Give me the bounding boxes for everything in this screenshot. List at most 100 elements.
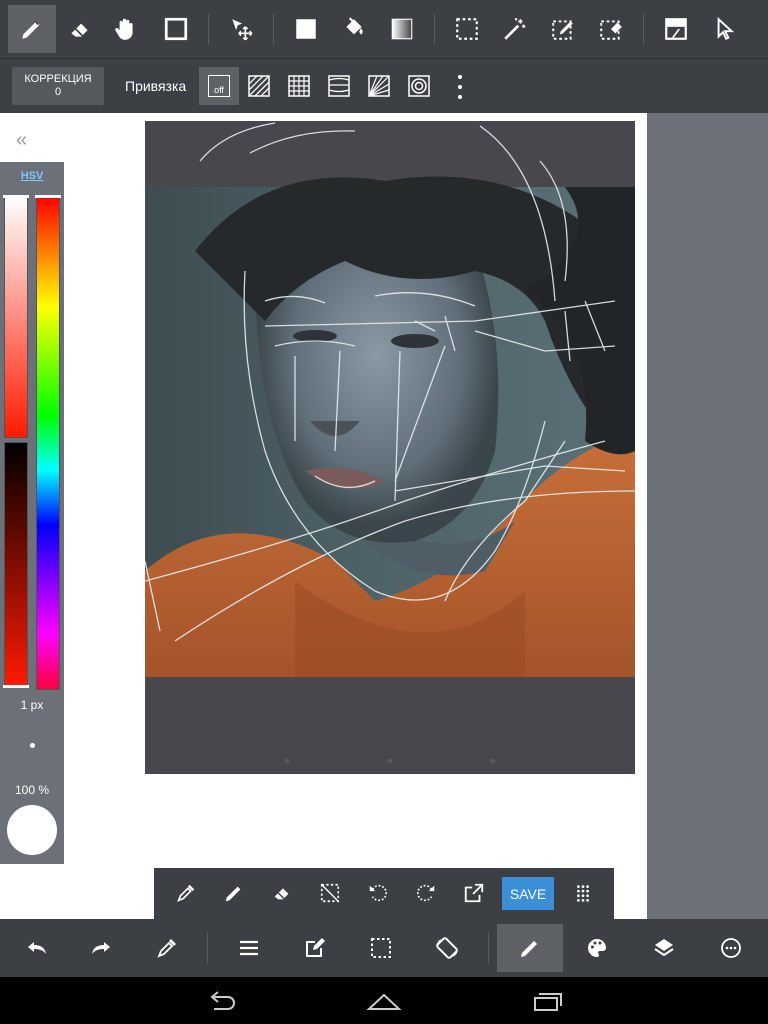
- perspective-lines-icon: [328, 75, 350, 97]
- rectangle-icon: [164, 17, 188, 41]
- collapse-panel-icon[interactable]: «: [16, 129, 27, 152]
- snap-radial-button[interactable]: [359, 67, 399, 105]
- more-circle-icon: [721, 938, 741, 958]
- selection-button[interactable]: [348, 924, 414, 972]
- palette-icon: [588, 939, 606, 957]
- workspace: « HSV 1 px 100 % SAVE: [0, 113, 768, 919]
- quick-pen-button[interactable]: [214, 873, 254, 913]
- hue-slider[interactable]: [36, 196, 60, 690]
- saturation-slider[interactable]: [4, 196, 28, 438]
- home-icon: [366, 993, 402, 1010]
- pen-icon: [521, 941, 537, 957]
- select-eraser-tool-button[interactable]: [587, 5, 635, 53]
- move-tool-button[interactable]: [217, 5, 265, 53]
- fill-tool-button[interactable]: [282, 5, 330, 53]
- correction-button[interactable]: КОРРЕКЦИЯ 0: [12, 67, 104, 105]
- pen-icon: [22, 20, 40, 39]
- brush-preview: [30, 743, 35, 748]
- rotate-right-button[interactable]: [406, 873, 446, 913]
- hand-tool-button[interactable]: [101, 5, 149, 53]
- select-rect-tool-button[interactable]: [443, 5, 491, 53]
- pen-icon: [225, 886, 241, 902]
- current-color-swatch[interactable]: [7, 805, 57, 855]
- export-button[interactable]: [454, 873, 494, 913]
- snap-parallel-button[interactable]: [239, 67, 279, 105]
- shape-tool-button[interactable]: [152, 5, 200, 53]
- screen-rotation-icon: [436, 937, 458, 959]
- color-panel: HSV 1 px 100 %: [0, 162, 64, 864]
- home-button[interactable]: [354, 983, 414, 1019]
- snap-perspective-button[interactable]: [319, 67, 359, 105]
- reference-photo-with-sketch: [145, 122, 635, 764]
- snap-toolbar: КОРРЕКЦИЯ 0 Привязка off: [0, 58, 768, 113]
- correction-value: 0: [54, 86, 62, 98]
- rotate-left-button[interactable]: [358, 873, 398, 913]
- correction-label: КОРРЕКЦИЯ: [24, 73, 92, 85]
- recents-button[interactable]: [517, 983, 577, 1019]
- app-screen: КОРРЕКЦИЯ 0 Привязка off « HSV 1 px 100 …: [0, 0, 768, 1024]
- hsv-mode-link[interactable]: HSV: [0, 170, 64, 182]
- eraser-icon: [71, 23, 88, 37]
- page-indicator: [284, 758, 496, 764]
- eraser-tool-button[interactable]: [56, 5, 104, 53]
- rotate-right-icon: [416, 884, 435, 902]
- redo-button[interactable]: [68, 924, 134, 972]
- pointer-tool-button[interactable]: [700, 5, 748, 53]
- more-button[interactable]: [698, 924, 764, 972]
- undo-button[interactable]: [4, 924, 70, 972]
- bucket-icon: [346, 17, 363, 35]
- value-slider[interactable]: [4, 442, 28, 688]
- snap-off-icon: off: [208, 75, 230, 97]
- snap-grid-button[interactable]: [279, 67, 319, 105]
- magic-wand-tool-button[interactable]: [491, 5, 539, 53]
- deselect-button[interactable]: [310, 873, 350, 913]
- quick-eraser-button[interactable]: [262, 873, 302, 913]
- layers-button[interactable]: [631, 924, 697, 972]
- eyedropper-button[interactable]: [166, 873, 206, 913]
- menu-button[interactable]: [216, 924, 282, 972]
- bottom-eyedropper-button[interactable]: [134, 924, 200, 972]
- select-pen-icon: [552, 20, 573, 40]
- radial-lines-icon: [368, 75, 390, 97]
- back-arrow-icon: [210, 991, 235, 1010]
- select-rect-icon: [456, 18, 478, 40]
- quick-menu-button[interactable]: [563, 873, 603, 913]
- opacity-label[interactable]: 100 %: [0, 783, 64, 797]
- back-button[interactable]: [192, 983, 252, 1019]
- brush-button[interactable]: [497, 924, 563, 972]
- snap-circle-button[interactable]: [399, 67, 439, 105]
- edit-button[interactable]: [282, 924, 348, 972]
- hamburger-menu-icon: [240, 940, 258, 956]
- select-eraser-icon: [600, 20, 622, 40]
- pen-tool-button[interactable]: [8, 5, 56, 53]
- grid-icon: [288, 75, 310, 97]
- pointer-icon: [717, 17, 735, 41]
- hue-handle[interactable]: [35, 195, 61, 198]
- palette-button[interactable]: [564, 924, 630, 972]
- gradient-icon: [391, 18, 413, 40]
- eyedropper-icon: [177, 884, 195, 902]
- drawing-canvas[interactable]: [145, 121, 635, 774]
- deselect-icon: [320, 883, 340, 903]
- save-button[interactable]: SAVE: [502, 877, 554, 910]
- move-icon: [232, 19, 253, 41]
- layer-blend-icon: [665, 18, 687, 40]
- bucket-tool-button[interactable]: [330, 5, 378, 53]
- snap-off-button[interactable]: off: [199, 67, 239, 105]
- saturation-handle[interactable]: [3, 195, 29, 198]
- parallel-lines-icon: [248, 75, 270, 97]
- rotate-canvas-button[interactable]: [414, 924, 480, 972]
- hand-icon: [115, 18, 133, 40]
- eraser-icon: [274, 888, 289, 900]
- select-pen-tool-button[interactable]: [539, 5, 587, 53]
- brush-size-label[interactable]: 1 px: [0, 698, 64, 712]
- layer-blend-button[interactable]: [652, 5, 700, 53]
- edit-icon: [306, 938, 325, 957]
- value-handle[interactable]: [3, 685, 29, 688]
- gradient-tool-button[interactable]: [378, 5, 426, 53]
- recent-apps-icon: [534, 993, 562, 1011]
- bottom-toolbar: [0, 919, 768, 977]
- more-options-button[interactable]: [450, 75, 470, 99]
- quick-toolbar: SAVE: [154, 868, 614, 919]
- snap-off-label: off: [214, 85, 224, 95]
